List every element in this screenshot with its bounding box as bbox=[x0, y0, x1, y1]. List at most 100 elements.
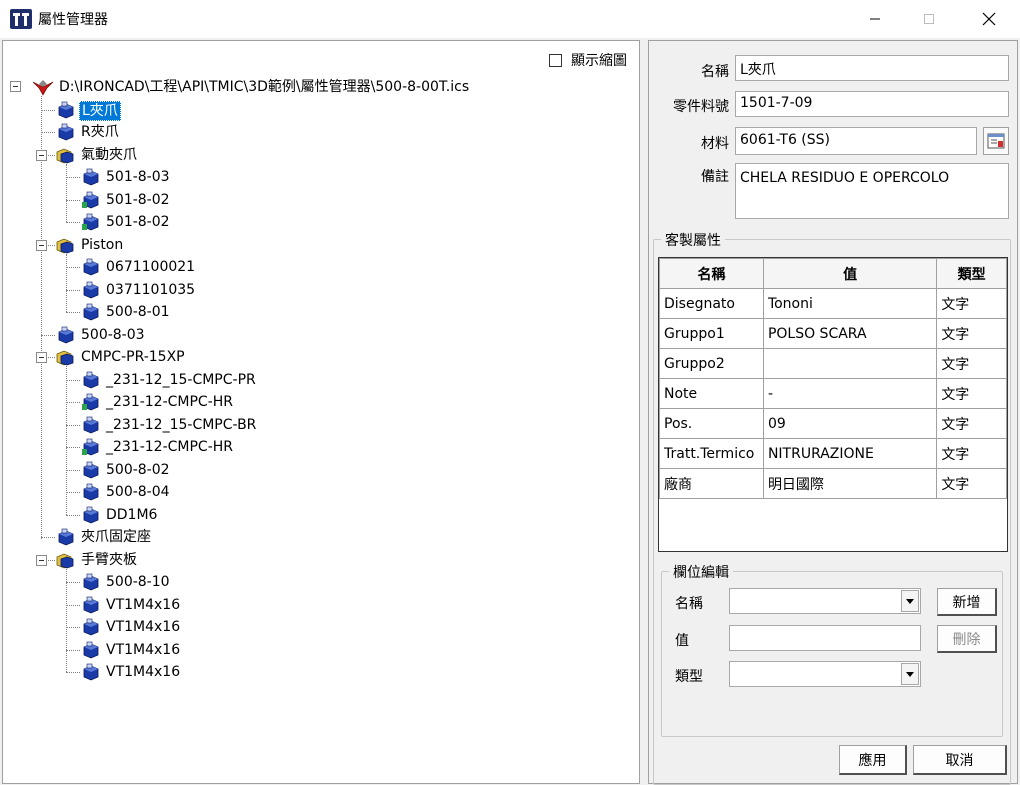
tree-item[interactable]: _231-12_15-CMPC-PR bbox=[104, 371, 258, 389]
property-value-cell[interactable] bbox=[762, 348, 938, 379]
tree-connector bbox=[66, 492, 80, 493]
tree-connector bbox=[66, 402, 80, 403]
tree-connector bbox=[66, 447, 80, 448]
table-row[interactable]: Note - 文字 bbox=[659, 378, 1007, 409]
tree-item[interactable]: 夾爪固定座 bbox=[79, 528, 153, 546]
tree-item[interactable]: Piston bbox=[79, 236, 125, 254]
delete-field-button[interactable]: 刪除 bbox=[937, 625, 997, 653]
tree-item[interactable]: VT1M4x16 bbox=[104, 618, 182, 636]
field-editor-title: 欄位編輯 bbox=[669, 562, 733, 582]
property-type-cell[interactable]: 文字 bbox=[936, 468, 1007, 499]
tree-item[interactable]: R夾爪 bbox=[79, 123, 121, 141]
property-type-cell[interactable]: 文字 bbox=[936, 288, 1007, 319]
tree-item[interactable]: 500-8-10 bbox=[104, 573, 172, 591]
part-icon bbox=[80, 393, 100, 411]
property-value-cell[interactable]: POLSO SCARA bbox=[762, 318, 938, 349]
custom-properties-grid[interactable]: 名稱值類型 Disegnato Tononi 文字 Gruppo1 POLSO SCAR… bbox=[658, 257, 1008, 552]
table-row[interactable]: Tratt.Termico NITRURAZIONE 文字 bbox=[659, 438, 1007, 469]
part-icon bbox=[80, 258, 100, 276]
property-name-cell[interactable]: Tratt.Termico bbox=[659, 438, 764, 469]
material-picker-button[interactable] bbox=[983, 127, 1009, 155]
tree-item[interactable]: 0371101035 bbox=[104, 281, 197, 299]
tree-item[interactable]: VT1M4x16 bbox=[104, 663, 182, 681]
tree-connector bbox=[41, 132, 55, 133]
property-value-cell[interactable]: 09 bbox=[762, 408, 938, 439]
close-button[interactable] bbox=[962, 0, 1016, 38]
property-name-cell[interactable]: Pos. bbox=[659, 408, 764, 439]
tree-item[interactable]: 500-8-02 bbox=[104, 461, 172, 479]
editor-value-field[interactable] bbox=[729, 625, 921, 651]
tree-expander[interactable] bbox=[36, 239, 47, 251]
tree-connector bbox=[66, 267, 80, 268]
tree-expander[interactable] bbox=[36, 554, 47, 566]
part-icon bbox=[80, 618, 100, 636]
property-type-cell[interactable]: 文字 bbox=[936, 408, 1007, 439]
tree-item[interactable]: DD1M6 bbox=[104, 506, 159, 524]
tree-item[interactable]: _231-12-CMPC-HR bbox=[104, 438, 235, 456]
minimize-button[interactable] bbox=[848, 0, 902, 38]
maximize-button[interactable] bbox=[902, 0, 956, 38]
column-header[interactable]: 值 bbox=[762, 258, 938, 289]
property-name-cell[interactable]: Note bbox=[659, 378, 764, 409]
property-name-cell[interactable]: 廠商 bbox=[659, 468, 764, 499]
property-value-cell[interactable]: NITRURAZIONE bbox=[762, 438, 938, 469]
tree-expander[interactable] bbox=[36, 352, 47, 363]
tree-connector bbox=[66, 514, 80, 516]
tree-item[interactable]: 500-8-01 bbox=[104, 303, 172, 321]
column-header[interactable]: 類型 bbox=[936, 258, 1007, 289]
tree-item[interactable]: 氣動夾爪 bbox=[79, 146, 139, 164]
custom-properties-table: 名稱值類型 Disegnato Tononi 文字 Gruppo1 POLSO SCAR… bbox=[659, 258, 1007, 499]
tree-item[interactable]: VT1M4x16 bbox=[104, 596, 182, 614]
property-value-cell[interactable]: 明日國際 bbox=[762, 468, 938, 499]
part-icon bbox=[55, 326, 75, 344]
table-row[interactable]: Pos. 09 文字 bbox=[659, 408, 1007, 439]
tree-item[interactable]: _231-12-CMPC-HR bbox=[104, 393, 235, 411]
remark-field[interactable]: CHELA RESIDUO E OPERCOLO bbox=[735, 163, 1009, 219]
table-row[interactable]: Gruppo2 文字 bbox=[659, 348, 1007, 379]
tree-connector bbox=[41, 96, 42, 539]
property-name-cell[interactable]: Gruppo2 bbox=[659, 348, 764, 379]
property-type-cell[interactable]: 文字 bbox=[936, 378, 1007, 409]
property-value-cell[interactable]: - bbox=[762, 378, 938, 409]
property-name-cell[interactable]: Disegnato bbox=[659, 288, 764, 319]
assembly-tree[interactable]: D:\IRONCAD\工程\API\TMIC\3D範例\屬性管理器\500-8-… bbox=[3, 41, 639, 783]
part-icon bbox=[80, 461, 100, 479]
tree-item[interactable]: L夾爪 bbox=[79, 100, 121, 121]
table-row[interactable]: 廠商 明日國際 文字 bbox=[659, 468, 1007, 499]
editor-name-combobox[interactable] bbox=[729, 588, 921, 614]
table-row[interactable]: Gruppo1 POLSO SCARA 文字 bbox=[659, 318, 1007, 349]
add-field-button[interactable]: 新增 bbox=[937, 588, 997, 616]
tree-connector bbox=[66, 568, 67, 672]
editor-type-combobox[interactable] bbox=[729, 661, 921, 687]
tree-item[interactable]: _231-12_15-CMPC-BR bbox=[104, 416, 258, 434]
name-field[interactable]: L夾爪 bbox=[735, 55, 1009, 81]
tree-item[interactable]: 501-8-02 bbox=[104, 213, 172, 231]
column-header[interactable]: 名稱 bbox=[659, 258, 764, 289]
assembly-tree-pane[interactable]: 顯示縮圖 D:\IRONCAD\工程\API\TMIC\3D範例\屬性管理器\5… bbox=[2, 40, 640, 784]
tree-root-expander[interactable] bbox=[10, 81, 21, 92]
property-type-cell[interactable]: 文字 bbox=[936, 348, 1007, 379]
app-logo-icon bbox=[10, 9, 32, 29]
tree-item[interactable]: 501-8-03 bbox=[104, 168, 172, 186]
property-value-cell[interactable]: Tononi bbox=[762, 288, 938, 319]
property-type-cell[interactable]: 文字 bbox=[936, 438, 1007, 469]
tree-item[interactable]: 手臂夾板 bbox=[79, 551, 139, 569]
tree-item[interactable]: 500-8-03 bbox=[79, 326, 147, 344]
property-name-cell[interactable]: Gruppo1 bbox=[659, 318, 764, 349]
part-number-field[interactable]: 1501-7-09 bbox=[735, 91, 1009, 117]
tree-item[interactable]: VT1M4x16 bbox=[104, 641, 182, 659]
editor-type-dropdown-arrow[interactable] bbox=[901, 663, 919, 685]
apply-button[interactable]: 應用 bbox=[839, 745, 907, 775]
tree-item[interactable]: 501-8-02 bbox=[104, 191, 172, 209]
editor-name-dropdown-arrow[interactable] bbox=[901, 590, 919, 612]
tree-item[interactable]: CMPC-PR-15XP bbox=[79, 348, 187, 366]
property-type-cell[interactable]: 文字 bbox=[936, 318, 1007, 349]
tree-item[interactable]: 0671100021 bbox=[104, 258, 197, 276]
tree-item[interactable]: 500-8-04 bbox=[104, 483, 172, 501]
table-row[interactable]: Disegnato Tononi 文字 bbox=[659, 288, 1007, 319]
assembly-icon bbox=[55, 146, 75, 164]
material-field[interactable]: 6061-T6 (SS) bbox=[735, 127, 977, 155]
cancel-button[interactable]: 取消 bbox=[913, 745, 1007, 775]
tree-expander[interactable] bbox=[36, 149, 47, 161]
tree-root-label[interactable]: D:\IRONCAD\工程\API\TMIC\3D範例\屬性管理器\500-8-… bbox=[57, 78, 471, 96]
